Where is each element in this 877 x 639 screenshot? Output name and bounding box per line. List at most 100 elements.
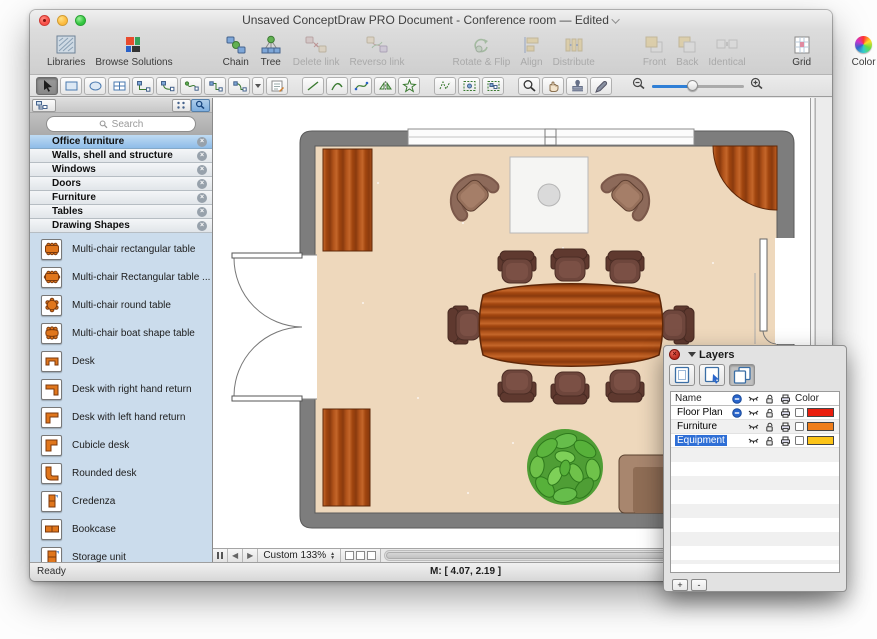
zoom-in-icon[interactable]: [750, 77, 764, 95]
plant[interactable]: [527, 429, 603, 505]
group-select-tool[interactable]: [482, 77, 504, 95]
zoom-tool[interactable]: [518, 77, 540, 95]
category-furniture[interactable]: Furniture×: [30, 191, 212, 205]
library-search-button[interactable]: [191, 99, 210, 112]
connector-elbow-tool[interactable]: [132, 77, 154, 95]
layer-print-toggle[interactable]: [777, 408, 793, 418]
layer-color-swatch[interactable]: [807, 422, 834, 431]
eyedropper-tool[interactable]: [590, 77, 612, 95]
select-tool[interactable]: [36, 77, 58, 95]
shape-cubicle-desk[interactable]: Cubicle desk: [30, 431, 212, 459]
chair[interactable]: [606, 370, 644, 402]
libraries-button[interactable]: Libraries: [42, 32, 90, 74]
star-tool[interactable]: [398, 77, 420, 95]
align-button[interactable]: Align: [515, 32, 547, 74]
layer-name[interactable]: Furniture: [675, 421, 719, 432]
next-page-button[interactable]: ▶: [243, 549, 258, 562]
category-close-icon[interactable]: ×: [197, 193, 207, 203]
layer-color-checkbox[interactable]: [795, 422, 804, 431]
layers-palette-titlebar[interactable]: × Layers: [664, 346, 846, 363]
table-tool[interactable]: [108, 77, 130, 95]
line-tool[interactable]: [302, 77, 324, 95]
layer-print-toggle[interactable]: [777, 422, 793, 432]
layer-name[interactable]: Floor Plan: [675, 407, 725, 418]
chair[interactable]: [448, 306, 480, 344]
titlebar[interactable]: Unsaved ConceptDraw PRO Document - Confe…: [30, 10, 832, 30]
ellipse-tool[interactable]: [84, 77, 106, 95]
page-splitter-button[interactable]: [213, 549, 228, 562]
rotate-flip-button[interactable]: Rotate & Flip: [448, 32, 516, 74]
mirror-tool[interactable]: [374, 77, 396, 95]
category-walls-shell-structure[interactable]: Walls, shell and structure×: [30, 149, 212, 163]
disclosure-triangle-icon[interactable]: [688, 352, 696, 357]
layer-row-furniture[interactable]: Furniture: [671, 420, 839, 434]
category-close-icon[interactable]: ×: [197, 179, 207, 189]
connector-multi-tool[interactable]: [204, 77, 226, 95]
zoom-out-icon[interactable]: [632, 77, 646, 95]
layer-lock-toggle[interactable]: [761, 436, 777, 446]
delete-link-button[interactable]: Delete link: [288, 32, 345, 74]
distribute-button[interactable]: Distribute: [548, 32, 600, 74]
shape-multi-chair-round-table[interactable]: Multi-chair round table: [30, 291, 212, 319]
connector-dropdown[interactable]: [252, 77, 264, 95]
add-layer-button[interactable]: +: [672, 579, 688, 591]
tab-layers[interactable]: [729, 364, 755, 386]
text-note-tool[interactable]: [266, 77, 288, 95]
tab-page-properties[interactable]: [669, 364, 695, 386]
category-close-icon[interactable]: ×: [197, 221, 207, 231]
layer-lock-toggle[interactable]: [761, 422, 777, 432]
category-drawing-shapes[interactable]: Drawing Shapes×: [30, 219, 212, 233]
reverso-link-button[interactable]: Reverso link: [344, 32, 409, 74]
zoom-level-select[interactable]: Custom 133% ▲▼: [258, 549, 341, 562]
color-button[interactable]: Color: [847, 32, 877, 74]
pan-tool[interactable]: [542, 77, 564, 95]
zoom-slider[interactable]: [652, 80, 744, 92]
shape-bookcase[interactable]: Bookcase: [30, 515, 212, 543]
category-close-icon[interactable]: ×: [197, 137, 207, 147]
connector-curve-tool[interactable]: [156, 77, 178, 95]
bookcase-bottom-left[interactable]: [323, 409, 370, 506]
bookcase-top-left[interactable]: [323, 149, 372, 251]
frame-select-tool[interactable]: [458, 77, 480, 95]
identical-button[interactable]: Identical: [703, 32, 750, 74]
connector-auto-tool[interactable]: [228, 77, 250, 95]
chair[interactable]: [498, 370, 536, 402]
bezier-tool[interactable]: [350, 77, 372, 95]
conference-table[interactable]: [479, 284, 663, 367]
shape-multi-chair-rectangular-table[interactable]: Multi-chair rectangular table: [30, 235, 212, 263]
layers-palette[interactable]: × Layers Name Color Floor Plan Furniture: [663, 345, 847, 592]
prev-page-button[interactable]: ◀: [228, 549, 243, 562]
connector-smart-tool[interactable]: [180, 77, 202, 95]
layer-color-checkbox[interactable]: [795, 408, 804, 417]
layer-row-floor-plan[interactable]: Floor Plan: [671, 406, 839, 420]
library-tiles-view-button[interactable]: [172, 99, 191, 112]
shape-desk-left-return[interactable]: Desk with left hand return: [30, 403, 212, 431]
tab-object-properties[interactable]: [699, 364, 725, 386]
category-office-furniture[interactable]: Office furniture×: [30, 135, 212, 149]
chair[interactable]: [551, 249, 589, 281]
shape-rounded-desk[interactable]: Rounded desk: [30, 459, 212, 487]
remove-layer-button[interactable]: -: [691, 579, 707, 591]
layer-row-equipment[interactable]: Equipment: [671, 434, 839, 448]
front-button[interactable]: Front: [638, 32, 671, 74]
layer-print-toggle[interactable]: [777, 436, 793, 446]
stamp-tool[interactable]: [566, 77, 588, 95]
shape-desk[interactable]: Desk: [30, 347, 212, 375]
double-door-left[interactable]: [232, 253, 317, 401]
shape-multi-chair-rectangular-table-2[interactable]: Multi-chair Rectangular table ...: [30, 263, 212, 291]
browse-solutions-button[interactable]: Browse Solutions: [90, 32, 177, 74]
layer-color-swatch[interactable]: [807, 408, 834, 417]
layer-color-checkbox[interactable]: [795, 436, 804, 445]
layer-lock-toggle[interactable]: [761, 408, 777, 418]
library-tree-view-button[interactable]: [32, 99, 56, 112]
minimize-button[interactable]: [57, 15, 68, 26]
category-windows[interactable]: Windows×: [30, 163, 212, 177]
chain-button[interactable]: Chain: [218, 32, 254, 74]
close-button[interactable]: [39, 15, 50, 26]
category-close-icon[interactable]: ×: [197, 165, 207, 175]
arc-tool[interactable]: [326, 77, 348, 95]
shape-desk-right-return[interactable]: Desk with right hand return: [30, 375, 212, 403]
shape-multi-chair-boat-table[interactable]: Multi-chair boat shape table: [30, 319, 212, 347]
title-menu-chevron-icon[interactable]: [611, 15, 619, 23]
active-layer-indicator[interactable]: [729, 408, 745, 418]
